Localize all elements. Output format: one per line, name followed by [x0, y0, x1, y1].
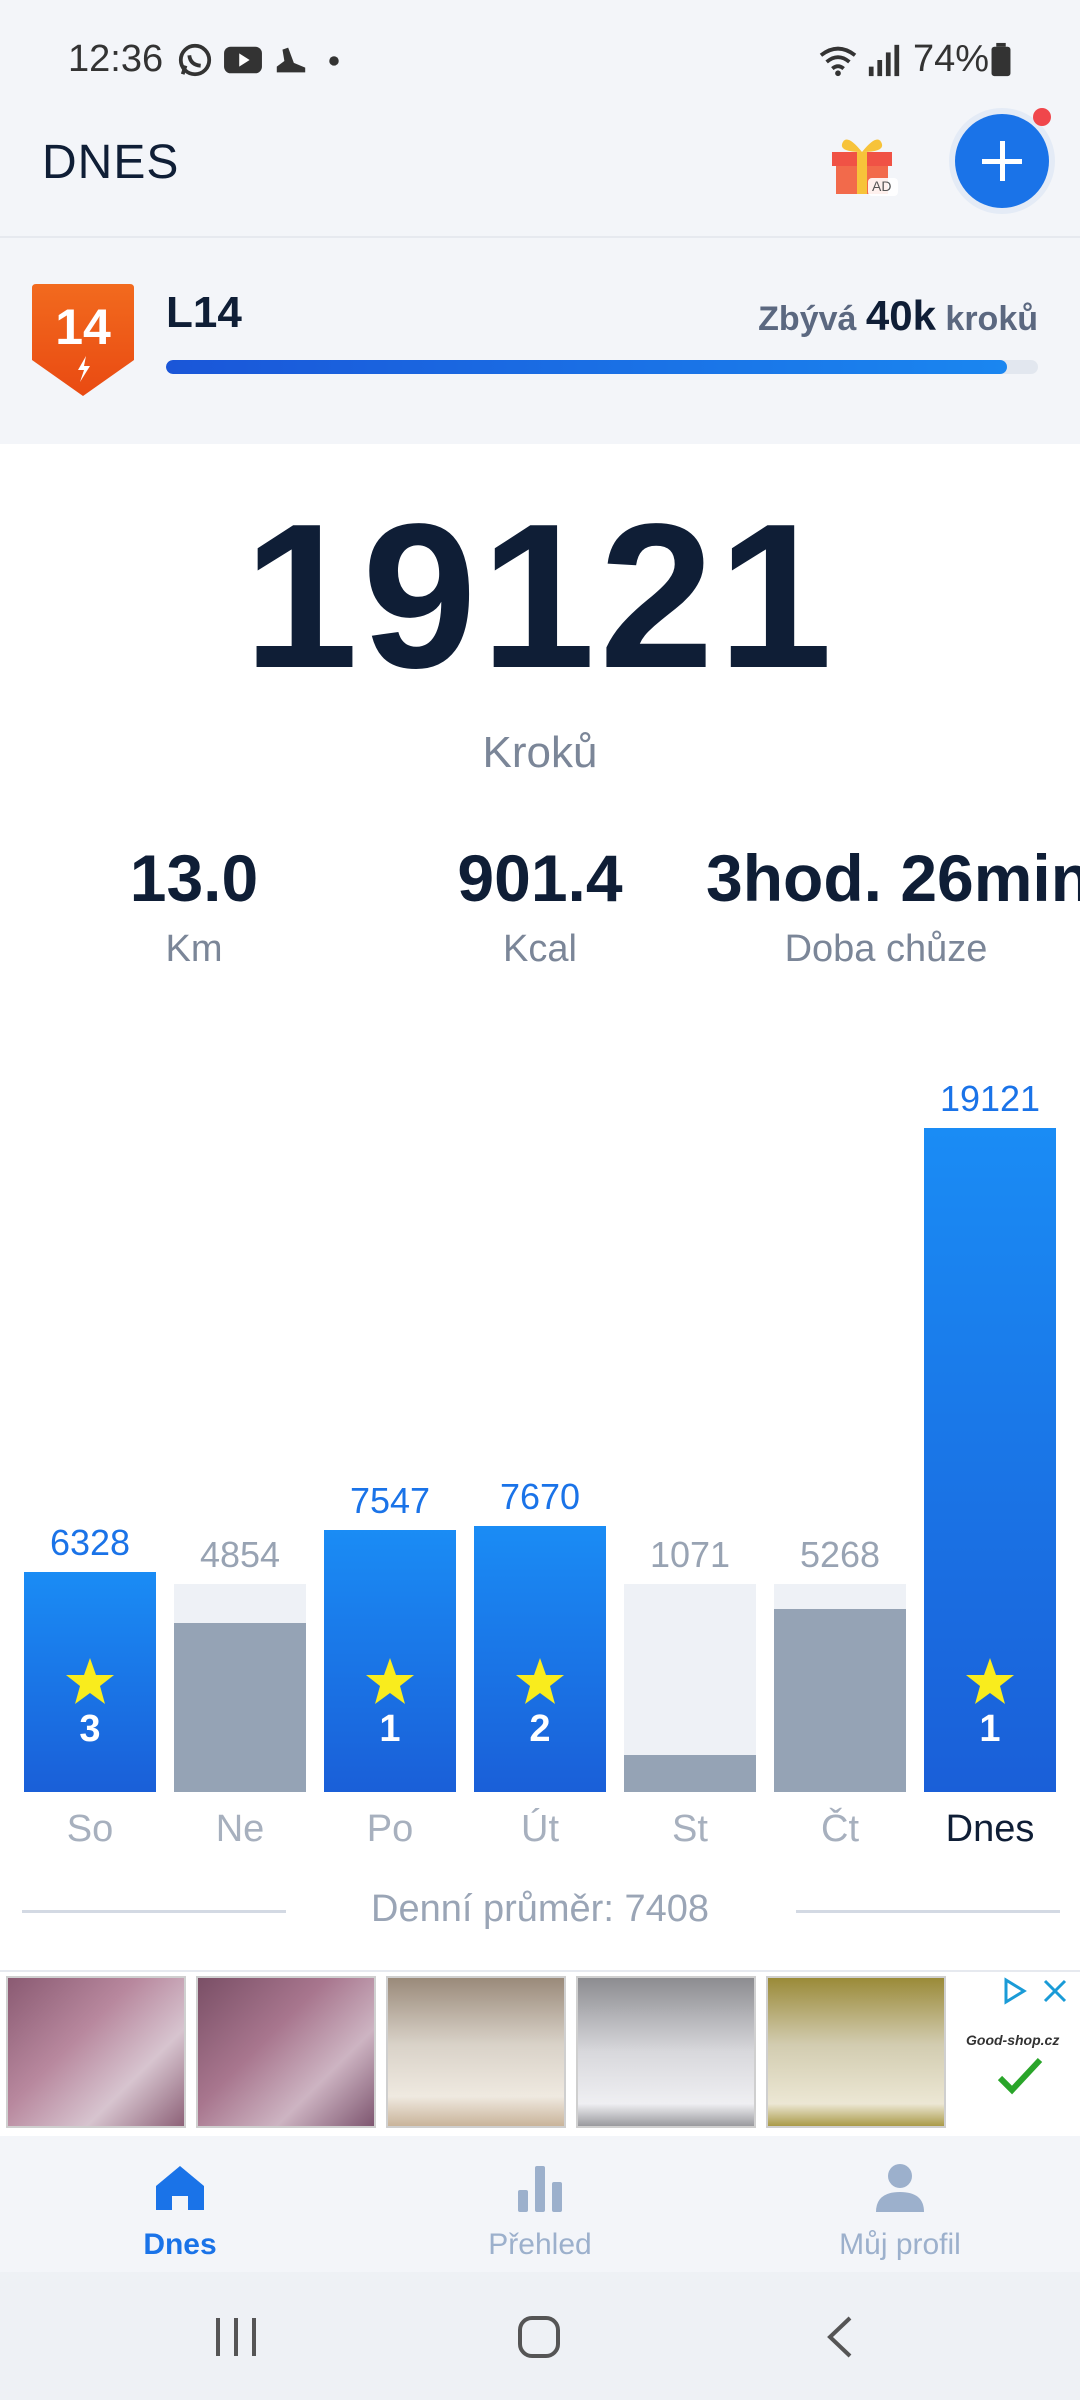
level-section — [0, 236, 1080, 446]
star-icon — [516, 1658, 564, 1704]
recent-apps-icon[interactable] — [212, 2316, 260, 2358]
signal-icon — [868, 44, 900, 77]
notification-dot — [1033, 108, 1051, 126]
level-progress-bar — [166, 360, 1038, 374]
level-badge[interactable]: 14 — [28, 280, 138, 400]
back-icon[interactable] — [822, 2314, 858, 2360]
remaining-prefix: Zbývá — [758, 300, 857, 338]
battery-percentage: 74% — [913, 38, 990, 80]
star-count: 1 — [379, 1708, 401, 1750]
chart-value-label: 5268 — [799, 1534, 881, 1575]
nav-profile-label[interactable]: Můj profil — [750, 2228, 1050, 2262]
chart-day-label: So — [66, 1808, 114, 1850]
chart-value-label: 19121 — [939, 1078, 1041, 1119]
remaining-value: 40k — [865, 292, 936, 339]
nav-overview[interactable] — [390, 2160, 690, 2221]
whatsapp-icon — [178, 43, 212, 77]
star-count: 2 — [529, 1708, 551, 1750]
nav-today[interactable] — [30, 2160, 330, 2221]
chart-value-label: 7670 — [499, 1476, 581, 1517]
wifi-icon — [819, 46, 857, 77]
chart-value-label: 1071 — [649, 1534, 731, 1575]
ad-close-icon[interactable] — [1040, 1976, 1070, 2006]
walking-time-value: 3hod. 26min. — [706, 841, 1080, 915]
chart-day-label: Čt — [821, 1808, 859, 1850]
calories-value: 901.4 — [457, 841, 623, 915]
chart-bar[interactable] — [624, 1755, 756, 1792]
star-icon — [966, 1658, 1014, 1704]
chart-value-label: 7547 — [349, 1480, 431, 1521]
steps-count: 19121 — [243, 481, 837, 711]
status-bar: 12:36 74% — [0, 0, 1080, 120]
level-name: L14 — [166, 288, 242, 337]
level-remaining: Zbývá 40k kroků — [758, 292, 1038, 340]
battery-icon — [991, 42, 1011, 77]
distance-value: 13.0 — [129, 841, 259, 915]
status-time: 12:36 — [68, 38, 164, 80]
ad-image-curtain-4[interactable] — [576, 1976, 756, 2128]
calories-label: Kcal — [503, 928, 577, 970]
ad-image-curtain-5[interactable] — [766, 1976, 946, 2128]
checkmark-icon — [997, 2057, 1043, 2095]
chart-value-label: 6328 — [49, 1522, 131, 1563]
level-progress-fill — [166, 360, 1008, 374]
star-icon — [66, 1658, 114, 1704]
steps-label: Kroků — [482, 728, 598, 777]
system-navigation-bar — [0, 2272, 1080, 2400]
ad-badge: AD — [872, 178, 892, 194]
chart-bar[interactable] — [774, 1609, 906, 1792]
nav-today-label[interactable]: Dnes — [30, 2228, 330, 2262]
chart-day-label: Po — [366, 1808, 414, 1850]
daily-average: Denní průměr: 7408 — [371, 1888, 709, 1930]
chart-day-label: Dnes — [945, 1808, 1035, 1850]
ad-brand: Good-shop.cz — [966, 2032, 1060, 2048]
dot-icon — [329, 56, 339, 66]
youtube-icon — [224, 46, 262, 74]
chart-day-label: St — [672, 1808, 708, 1850]
chart-day-label: Út — [521, 1808, 559, 1850]
chart-value-label: 4854 — [199, 1534, 281, 1575]
walking-time-label: Doba chůze — [784, 928, 988, 970]
chart-day-label: Ne — [215, 1808, 265, 1850]
shoe-icon — [276, 47, 306, 73]
distance-label: Km — [165, 928, 223, 970]
ad-image-curtain-2[interactable] — [196, 1976, 376, 2128]
person-icon — [876, 2164, 924, 2212]
remaining-suffix: kroků — [945, 300, 1038, 338]
star-icon — [366, 1658, 414, 1704]
nav-overview-label[interactable]: Přehled — [390, 2228, 690, 2262]
adchoices-icon[interactable] — [1000, 1976, 1030, 2006]
star-count: 3 — [79, 1708, 101, 1750]
plus-icon — [982, 141, 1022, 181]
nav-profile[interactable] — [750, 2160, 1050, 2221]
ad-image-curtain-3[interactable] — [386, 1976, 566, 2128]
gift-ad-button[interactable]: AD — [826, 126, 898, 198]
home-button-icon[interactable] — [516, 2314, 562, 2360]
page-title: DNES — [42, 136, 180, 189]
add-button[interactable] — [955, 114, 1049, 208]
bar-chart-icon — [518, 2166, 562, 2212]
chart-bar[interactable] — [174, 1623, 306, 1792]
ad-image-curtain-1[interactable] — [6, 1976, 186, 2128]
level-badge-number: 14 — [55, 299, 111, 355]
home-icon — [156, 2166, 204, 2210]
star-count: 1 — [979, 1708, 1001, 1750]
weekly-steps-chart: 6328 3 So 4854 Ne 7547 1 Po 7670 2 Út 1071 St 5268 Čt 1… — [0, 1040, 1080, 1900]
